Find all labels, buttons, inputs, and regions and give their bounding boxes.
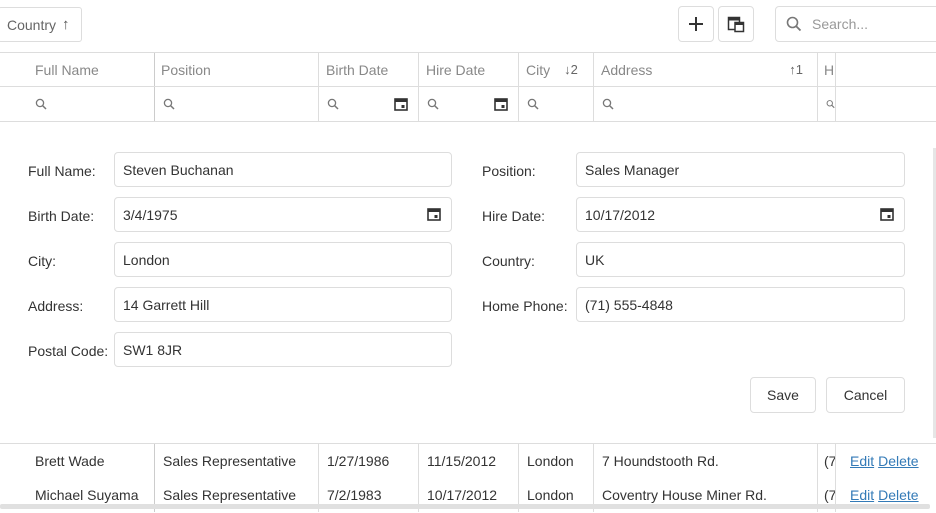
filter-cell-city[interactable]: [519, 87, 594, 121]
column-header-label: Hire Date: [426, 61, 486, 78]
column-chooser-button[interactable]: [718, 6, 754, 42]
column-header-label: Position: [161, 61, 211, 78]
country-field[interactable]: UK: [576, 242, 905, 277]
cell-buttons: Edit Delete: [836, 444, 936, 478]
plus-icon: [689, 17, 703, 31]
search-icon: [602, 98, 614, 110]
calendar-icon[interactable]: [494, 97, 508, 111]
home-phone-value: (71) 555-4848: [585, 296, 673, 313]
hire-date-field[interactable]: 10/17/2012: [576, 197, 905, 232]
address-label: Address:: [28, 298, 84, 314]
filter-row: [0, 87, 936, 121]
table-row[interactable]: Brett Wade Sales Representative 1/27/198…: [0, 444, 936, 478]
postal-code-field[interactable]: SW1 8JR: [114, 332, 452, 367]
column-header-hire-date[interactable]: Hire Date: [419, 53, 519, 86]
birth-date-label: Birth Date:: [28, 208, 95, 224]
sort-ascending-icon: ↑: [62, 16, 70, 33]
full-name-field[interactable]: Steven Buchanan: [114, 152, 452, 187]
delete-link[interactable]: Delete: [878, 453, 918, 469]
column-header-label: Address: [601, 61, 653, 78]
cell-address: 7 Houndstooth Rd.: [594, 444, 818, 478]
address-value: 14 Garrett Hill: [123, 296, 210, 313]
add-row-button[interactable]: [678, 6, 714, 42]
filter-cell-buttons: [836, 87, 936, 121]
birth-date-field[interactable]: 3/4/1975: [114, 197, 452, 232]
cell-position: Sales Representative: [155, 444, 319, 478]
country-label: Country:: [482, 253, 535, 269]
group-panel-item-country[interactable]: Country ↑: [0, 7, 82, 42]
edit-link[interactable]: Edit: [850, 487, 874, 503]
calendar-icon[interactable]: [427, 207, 441, 221]
column-header-buttons: [836, 53, 936, 86]
delete-link[interactable]: Delete: [878, 487, 918, 503]
horizontal-scrollbar[interactable]: [0, 504, 930, 509]
city-field[interactable]: London: [114, 242, 452, 277]
filter-cell-birth-date[interactable]: [319, 87, 419, 121]
grid-header: Full Name Position Birth Date Hire Date …: [0, 52, 936, 122]
search-icon: [826, 100, 835, 109]
birth-date-value: 3/4/1975: [123, 206, 178, 223]
search-icon: [163, 98, 175, 110]
sort-descending-icon: ↓2: [564, 62, 578, 77]
search-input[interactable]: [812, 16, 932, 32]
search-icon: [35, 98, 47, 110]
address-field[interactable]: 14 Garrett Hill: [114, 287, 452, 322]
column-chooser-icon: [727, 16, 745, 33]
search-icon: [527, 98, 539, 110]
search-panel[interactable]: [775, 6, 936, 42]
search-icon: [786, 16, 802, 32]
column-header-city[interactable]: City ↓2: [519, 53, 594, 86]
postal-code-label: Postal Code:: [28, 343, 109, 359]
column-header-label: Full Name: [35, 61, 99, 78]
search-icon: [427, 98, 439, 110]
calendar-icon[interactable]: [880, 207, 894, 221]
position-value: Sales Manager: [585, 161, 680, 178]
calendar-icon[interactable]: [394, 97, 408, 111]
cell-birth-date: 1/27/1986: [319, 444, 419, 478]
filter-cell-hire-date[interactable]: [419, 87, 519, 121]
sort-ascending-icon: ↑1: [789, 62, 803, 77]
hire-date-value: 10/17/2012: [585, 206, 656, 223]
column-header-full-name[interactable]: Full Name: [0, 53, 155, 86]
data-rows: Brett Wade Sales Representative 1/27/198…: [0, 443, 936, 513]
column-header-position[interactable]: Position: [155, 53, 319, 86]
full-name-label: Full Name:: [28, 163, 96, 179]
column-header-label: H: [824, 61, 835, 78]
city-value: London: [123, 251, 170, 268]
cell-home-phone: (7: [818, 444, 836, 478]
cell-hire-date: 11/15/2012: [419, 444, 519, 478]
full-name-value: Steven Buchanan: [123, 161, 234, 178]
group-chip-label: Country: [7, 16, 57, 33]
column-headers-row: Full Name Position Birth Date Hire Date …: [0, 53, 936, 87]
filter-cell-address[interactable]: [594, 87, 818, 121]
hire-date-label: Hire Date:: [482, 208, 546, 224]
cell-city: London: [519, 444, 594, 478]
column-header-label: City: [526, 61, 551, 78]
filter-cell-position[interactable]: [155, 87, 319, 121]
position-field[interactable]: Sales Manager: [576, 152, 905, 187]
filter-cell-home-phone[interactable]: [818, 87, 836, 121]
country-value: UK: [585, 251, 605, 268]
home-phone-label: Home Phone:: [482, 298, 568, 314]
column-header-birth-date[interactable]: Birth Date: [319, 53, 419, 86]
edit-link[interactable]: Edit: [850, 453, 874, 469]
column-header-label: Birth Date: [326, 61, 389, 78]
city-label: City:: [28, 253, 56, 269]
cell-full-name: Brett Wade: [0, 444, 155, 478]
column-header-home-phone[interactable]: H: [818, 53, 836, 86]
toolbar: Country ↑: [0, 0, 936, 52]
position-label: Position:: [482, 163, 536, 179]
postal-code-value: SW1 8JR: [123, 341, 183, 358]
column-header-address[interactable]: Address ↑1: [594, 53, 818, 86]
home-phone-field[interactable]: (71) 555-4848: [576, 287, 905, 322]
cancel-button[interactable]: Cancel: [826, 377, 905, 413]
edit-form: Full Name: Steven Buchanan Position: Sal…: [0, 122, 936, 443]
filter-cell-full-name[interactable]: [0, 87, 155, 121]
save-button[interactable]: Save: [750, 377, 816, 413]
search-icon: [327, 98, 339, 110]
